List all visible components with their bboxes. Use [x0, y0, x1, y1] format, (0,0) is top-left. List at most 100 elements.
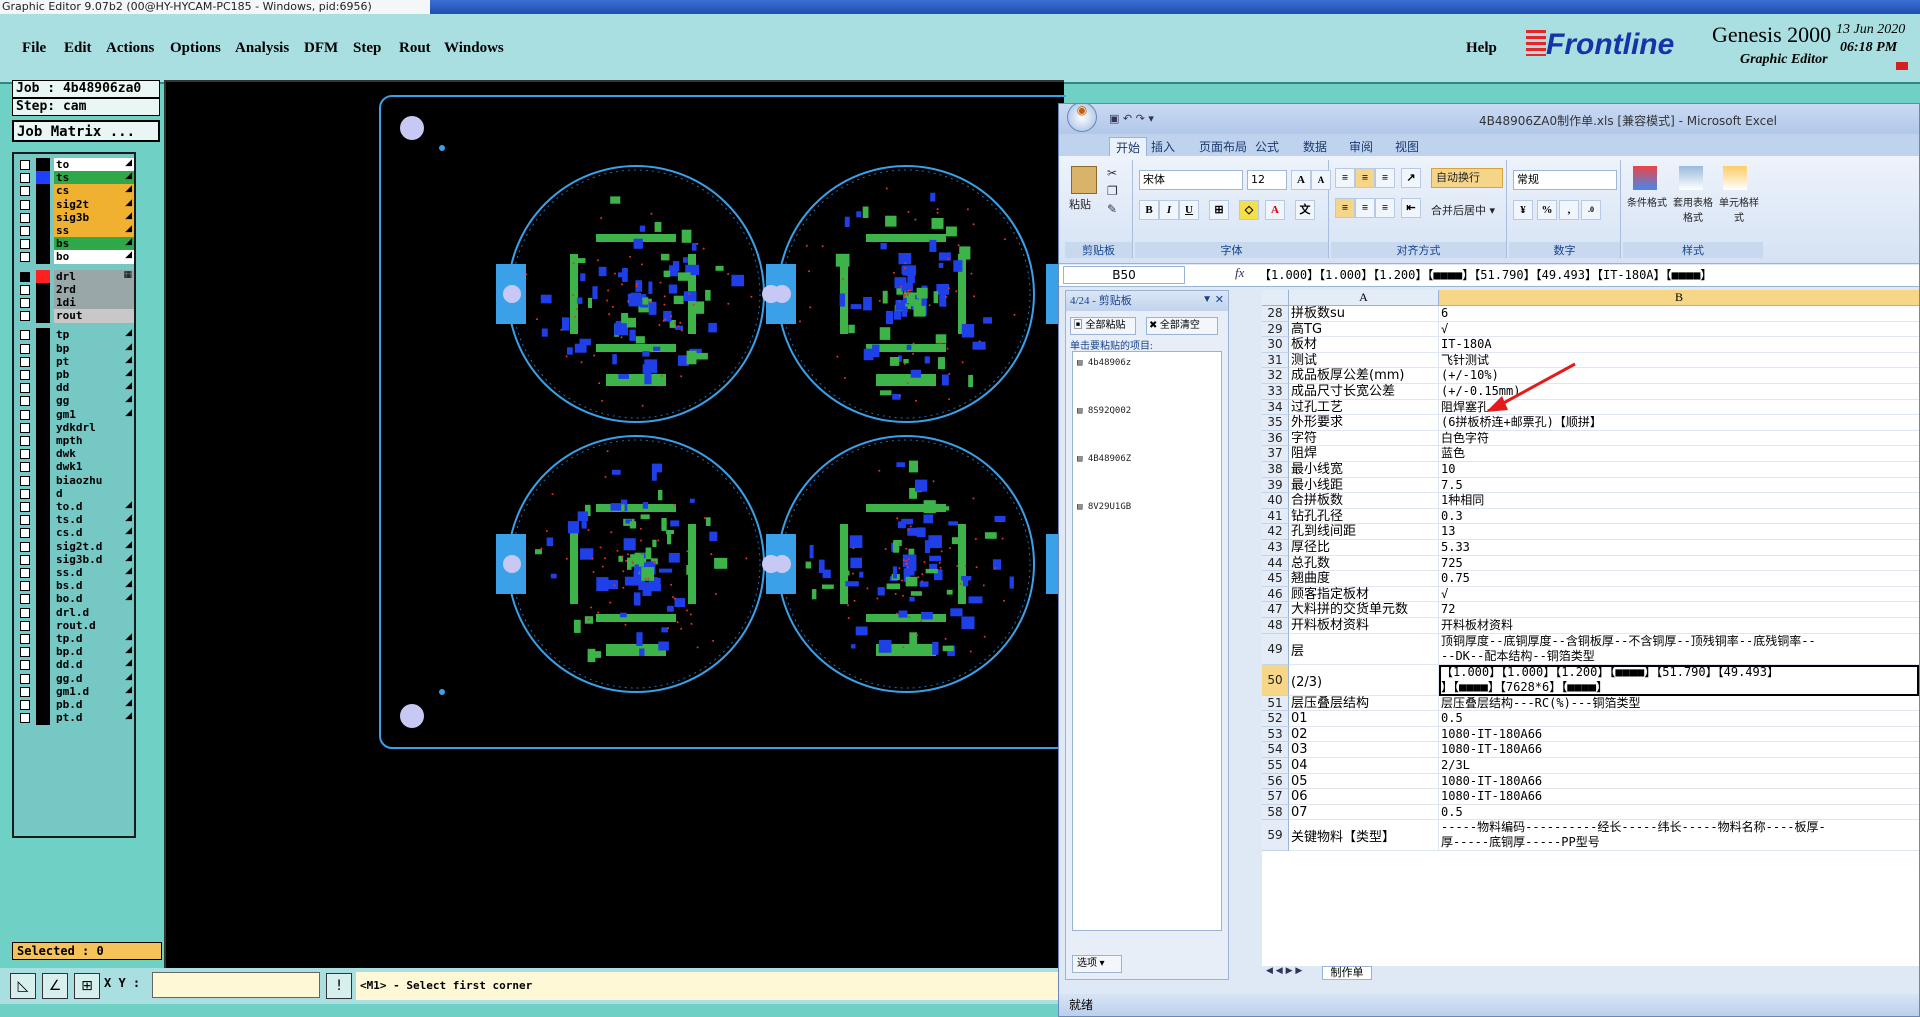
layer-row[interactable]: ts.d ◢	[18, 513, 134, 528]
cell-style-icon[interactable]	[1723, 166, 1747, 190]
pane-options-icon[interactable]: ▼	[1202, 294, 1212, 305]
cell-a[interactable]: 钻孔孔径	[1289, 508, 1439, 525]
layer-name[interactable]: d	[54, 486, 134, 501]
formula-input[interactable]: 【1.000】【1.000】【1.200】【■■■■】【51.790】【49.4…	[1255, 265, 1919, 285]
layer-color-swatch[interactable]	[36, 296, 50, 310]
row-header[interactable]: 31	[1262, 352, 1289, 369]
align-middle-icon[interactable]: ≡	[1355, 168, 1375, 188]
cell-a[interactable]: 05	[1289, 773, 1439, 790]
layer-checkbox[interactable]	[20, 271, 30, 282]
layer-name[interactable]: drl	[54, 269, 134, 284]
conditional-format-button[interactable]: 条件格式	[1625, 194, 1669, 209]
cell-b[interactable]: 1080-IT-180A66	[1439, 774, 1919, 790]
paste-icon[interactable]	[1071, 166, 1097, 194]
cell-a[interactable]: 总孔数	[1289, 555, 1439, 572]
layer-checkbox[interactable]	[20, 409, 30, 420]
number-format-select[interactable]: 常规	[1513, 170, 1617, 190]
layer-row[interactable]: sig2t.d ◢	[18, 539, 134, 554]
menu-edit[interactable]: Edit	[64, 40, 92, 57]
layer-name[interactable]: drl.d	[54, 605, 134, 620]
layer-name[interactable]: bo	[54, 250, 134, 265]
layer-name[interactable]: gg.d	[54, 671, 134, 686]
table-format-button[interactable]: 套用表格格式	[1671, 194, 1715, 224]
layer-color-swatch[interactable]	[36, 698, 50, 712]
menu-actions[interactable]: Actions	[106, 40, 154, 57]
copy-icon[interactable]: ❐	[1107, 184, 1118, 198]
layer-name[interactable]: dd	[54, 381, 134, 396]
cell-b[interactable]: -----物料编码----------经长-----纬长-----物料名称---…	[1439, 820, 1919, 852]
layer-row[interactable]: dwk1	[18, 460, 134, 475]
layer-checkbox[interactable]	[20, 594, 30, 605]
border-icon[interactable]: ⊞	[1209, 200, 1229, 220]
cell-b[interactable]: 0.3	[1439, 509, 1919, 525]
cell-a[interactable]: 07	[1289, 804, 1439, 821]
row-header[interactable]: 39	[1262, 477, 1289, 494]
paste-button[interactable]: 粘贴	[1069, 196, 1091, 212]
cell-a[interactable]: 过孔工艺	[1289, 399, 1439, 416]
sheet-tab-active[interactable]: 制作单	[1322, 966, 1372, 980]
indent-icon[interactable]: ⇤	[1401, 198, 1421, 218]
layer-name[interactable]: ss	[54, 224, 134, 238]
pane-splitter[interactable]	[1235, 290, 1262, 980]
conditional-format-icon[interactable]	[1633, 166, 1657, 190]
ribbon-tab[interactable]: 插入	[1151, 138, 1175, 155]
menu-file[interactable]: File	[22, 40, 46, 57]
clipboard-item[interactable]: ▤ 4B48906Z	[1077, 454, 1131, 464]
layer-row[interactable]: gm1 ◢	[18, 407, 134, 422]
row-header[interactable]: 40	[1262, 493, 1289, 509]
cell-a[interactable]: 03	[1289, 742, 1439, 758]
cell-b[interactable]: √	[1439, 322, 1919, 338]
menu-dfm[interactable]: DFM	[304, 40, 338, 57]
layer-checkbox[interactable]	[20, 581, 30, 592]
layer-checkbox[interactable]	[20, 356, 30, 367]
row-header[interactable]: 36	[1262, 430, 1289, 447]
layer-name[interactable]: bs	[54, 237, 134, 252]
menu-rout[interactable]: Rout	[399, 40, 431, 57]
layer-name[interactable]: mpth	[54, 434, 134, 448]
align-center-icon[interactable]: ≡	[1355, 198, 1375, 218]
fill-color-icon[interactable]: ◇	[1239, 200, 1259, 220]
layer-color-swatch[interactable]	[36, 711, 50, 726]
orientation-icon[interactable]: ↗	[1401, 168, 1421, 188]
layer-checkbox[interactable]	[20, 449, 30, 460]
layer-name[interactable]: dwk1	[54, 460, 134, 475]
layer-name[interactable]: sig3b.d	[54, 552, 134, 567]
layer-row[interactable]: dwk	[18, 447, 134, 462]
layer-color-swatch[interactable]	[36, 552, 50, 567]
cell-a[interactable]: 合拼板数	[1289, 493, 1439, 509]
layer-color-swatch[interactable]	[36, 250, 50, 265]
row-header[interactable]: 48	[1262, 618, 1289, 634]
layer-checkbox[interactable]	[20, 396, 30, 407]
layer-color-swatch[interactable]	[36, 171, 50, 186]
cell-b[interactable]: 蓝色	[1439, 446, 1919, 462]
layer-row[interactable]: ydkdrl	[18, 420, 134, 435]
info-icon[interactable]: !	[326, 973, 352, 999]
row-header[interactable]: 41	[1262, 508, 1289, 525]
cell-a[interactable]: 孔到线间距	[1289, 524, 1439, 540]
layer-row[interactable]: bs ◢	[18, 237, 134, 252]
font-color-icon[interactable]: A	[1265, 200, 1285, 220]
layer-color-swatch[interactable]	[36, 224, 50, 238]
cell-a[interactable]: 关键物料【类型】	[1289, 820, 1439, 852]
row-header[interactable]: 54	[1262, 742, 1289, 758]
layer-checkbox[interactable]	[20, 686, 30, 697]
bold-icon[interactable]: B	[1139, 200, 1159, 220]
cell-b[interactable]: 1种相同	[1439, 493, 1919, 509]
xy-input[interactable]	[152, 972, 320, 998]
layer-name[interactable]: sig2t	[54, 197, 134, 212]
layer-checkbox[interactable]	[20, 311, 30, 322]
cell-b[interactable]: 顶铜厚度--底铜厚度--含铜板厚--不含铜厚--顶残铜率--底残铜率-- --DK…	[1439, 634, 1919, 665]
layer-name[interactable]: bp	[54, 341, 134, 356]
layer-name[interactable]: ydkdrl	[54, 420, 134, 435]
layer-color-swatch[interactable]	[36, 526, 50, 541]
row-header[interactable]: 52	[1262, 711, 1289, 727]
row-header[interactable]: 57	[1262, 789, 1289, 805]
layer-row[interactable]: drl.d	[18, 605, 134, 620]
cell-a[interactable]: (2/3)	[1289, 664, 1439, 696]
layer-checkbox[interactable]	[20, 284, 30, 295]
layer-row[interactable]: tp ◢	[18, 328, 134, 343]
layer-name[interactable]: gm1.d	[54, 684, 134, 699]
layer-checkbox[interactable]	[20, 607, 30, 618]
layer-row[interactable]: gm1.d ◢	[18, 684, 134, 699]
layer-name[interactable]: gm1	[54, 407, 134, 422]
